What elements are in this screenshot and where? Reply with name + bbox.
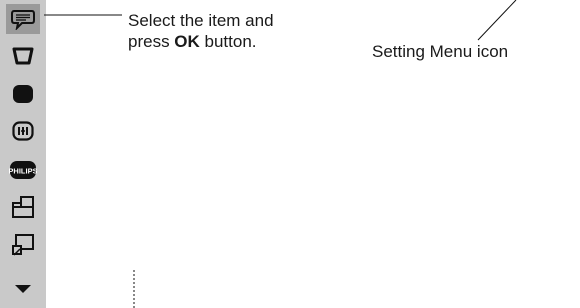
setting-menu-label-suffix: icon [472,42,509,61]
sidebar-item-pip[interactable] [6,230,40,260]
svg-text:PHILIPS: PHILIPS [9,167,37,176]
sidebar-item-stacked-windows[interactable] [6,192,40,222]
callout-line-1: Select the item and [128,11,274,30]
sidebar-item-filled-screen[interactable] [6,79,40,109]
stacked-windows-icon [12,196,34,218]
callout-line-2-suffix: button. [199,32,257,51]
sidebar-item-trapezoid[interactable] [6,41,40,71]
callout-instruction: Select the item and press OK button. [128,10,274,52]
callout-line-2-prefix: press [128,32,175,51]
philips-logo-icon: PHILIPS [9,161,37,179]
callout-line-2: press OK button. [128,31,274,52]
arrow-down-icon [15,285,31,293]
filled-screen-icon [13,85,33,103]
setting-menu-icon-label: Setting Menu icon [372,42,508,62]
sidebar-item-info[interactable] [6,116,40,146]
setting-menu-leader-line [477,0,517,41]
osd-icon-sidebar: PHILIPS [0,0,46,308]
setting-menu-label-bold: Setting Menu [372,42,473,61]
sidebar-item-scroll-down[interactable] [6,274,40,304]
sidebar-item-philips[interactable]: PHILIPS [6,155,40,185]
sidebar-item-speech-bubble[interactable] [6,4,40,34]
trapezoid-screen-icon [12,47,34,65]
info-screen-icon [12,121,34,141]
picture-in-picture-icon [12,234,34,256]
speech-bubble-icon [11,10,35,30]
ok-button-label: OK [174,32,200,51]
